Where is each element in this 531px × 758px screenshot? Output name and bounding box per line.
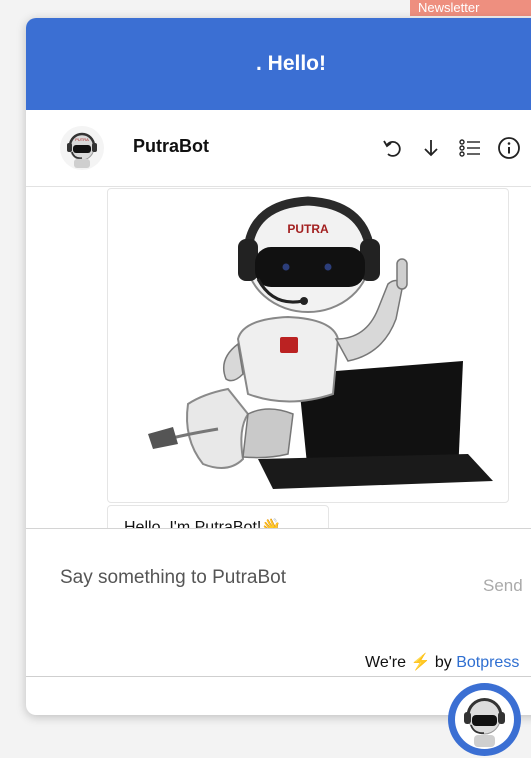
chat-widget: . Hello! PUTRA PutraBot PUTRA Hello, I'm… bbox=[26, 18, 531, 715]
info-icon bbox=[498, 137, 520, 159]
robot-mascot-image: PUTRA bbox=[148, 196, 493, 489]
info-button[interactable] bbox=[495, 134, 523, 162]
conversations-list-icon bbox=[459, 139, 480, 157]
page: Newsletter . Hello! PUTRA PutraBot PUTRA… bbox=[0, 0, 531, 758]
send-button[interactable]: Send bbox=[483, 576, 523, 596]
background-newsletter-tag[interactable]: Newsletter bbox=[410, 0, 531, 16]
robot-avatar-icon[interactable]: PUTRA bbox=[60, 126, 104, 170]
reset-conversation-icon bbox=[383, 140, 401, 157]
message-input[interactable]: Say something to PutraBot bbox=[60, 567, 440, 589]
bot-name: PutraBot bbox=[133, 136, 209, 156]
conversations-list-button[interactable] bbox=[456, 134, 484, 162]
message-composer: Say something to PutraBot Send bbox=[26, 528, 531, 647]
bot-text-message: Hello, I'm PutraBot!👋 bbox=[107, 505, 329, 528]
chat-header-title: . Hello! bbox=[255, 52, 326, 75]
chat-launcher-button[interactable] bbox=[448, 683, 521, 756]
botpress-link[interactable]: Botpress bbox=[456, 654, 519, 671]
powered-by-footer: We're ⚡ by Botpress bbox=[26, 646, 531, 677]
bot-text-message-content: Hello, I'm PutraBot!👋 bbox=[124, 519, 282, 528]
powered-by-word: by bbox=[434, 654, 452, 671]
helmet-label: PUTRA bbox=[287, 222, 329, 236]
image-message[interactable]: PUTRA bbox=[107, 188, 509, 503]
download-transcript-button[interactable] bbox=[417, 134, 445, 162]
bot-info-bar: PUTRA PutraBot bbox=[26, 110, 531, 187]
lightning-icon: ⚡ bbox=[410, 654, 431, 671]
powered-by-text: We're ⚡ by Botpress bbox=[365, 652, 519, 672]
svg-text:PUTRA: PUTRA bbox=[75, 137, 89, 142]
robot-launcher-icon bbox=[455, 690, 514, 749]
bot-toolbar bbox=[378, 132, 531, 164]
reset-conversation-button[interactable] bbox=[378, 134, 406, 162]
powered-prefix: We're bbox=[365, 654, 406, 671]
download-transcript-icon bbox=[424, 140, 438, 157]
conversation-area[interactable]: PUTRA Hello, I'm PutraBot!👋 bbox=[26, 187, 531, 528]
background-newsletter-label: Newsletter bbox=[418, 0, 480, 15]
chat-header: . Hello! bbox=[26, 18, 531, 110]
